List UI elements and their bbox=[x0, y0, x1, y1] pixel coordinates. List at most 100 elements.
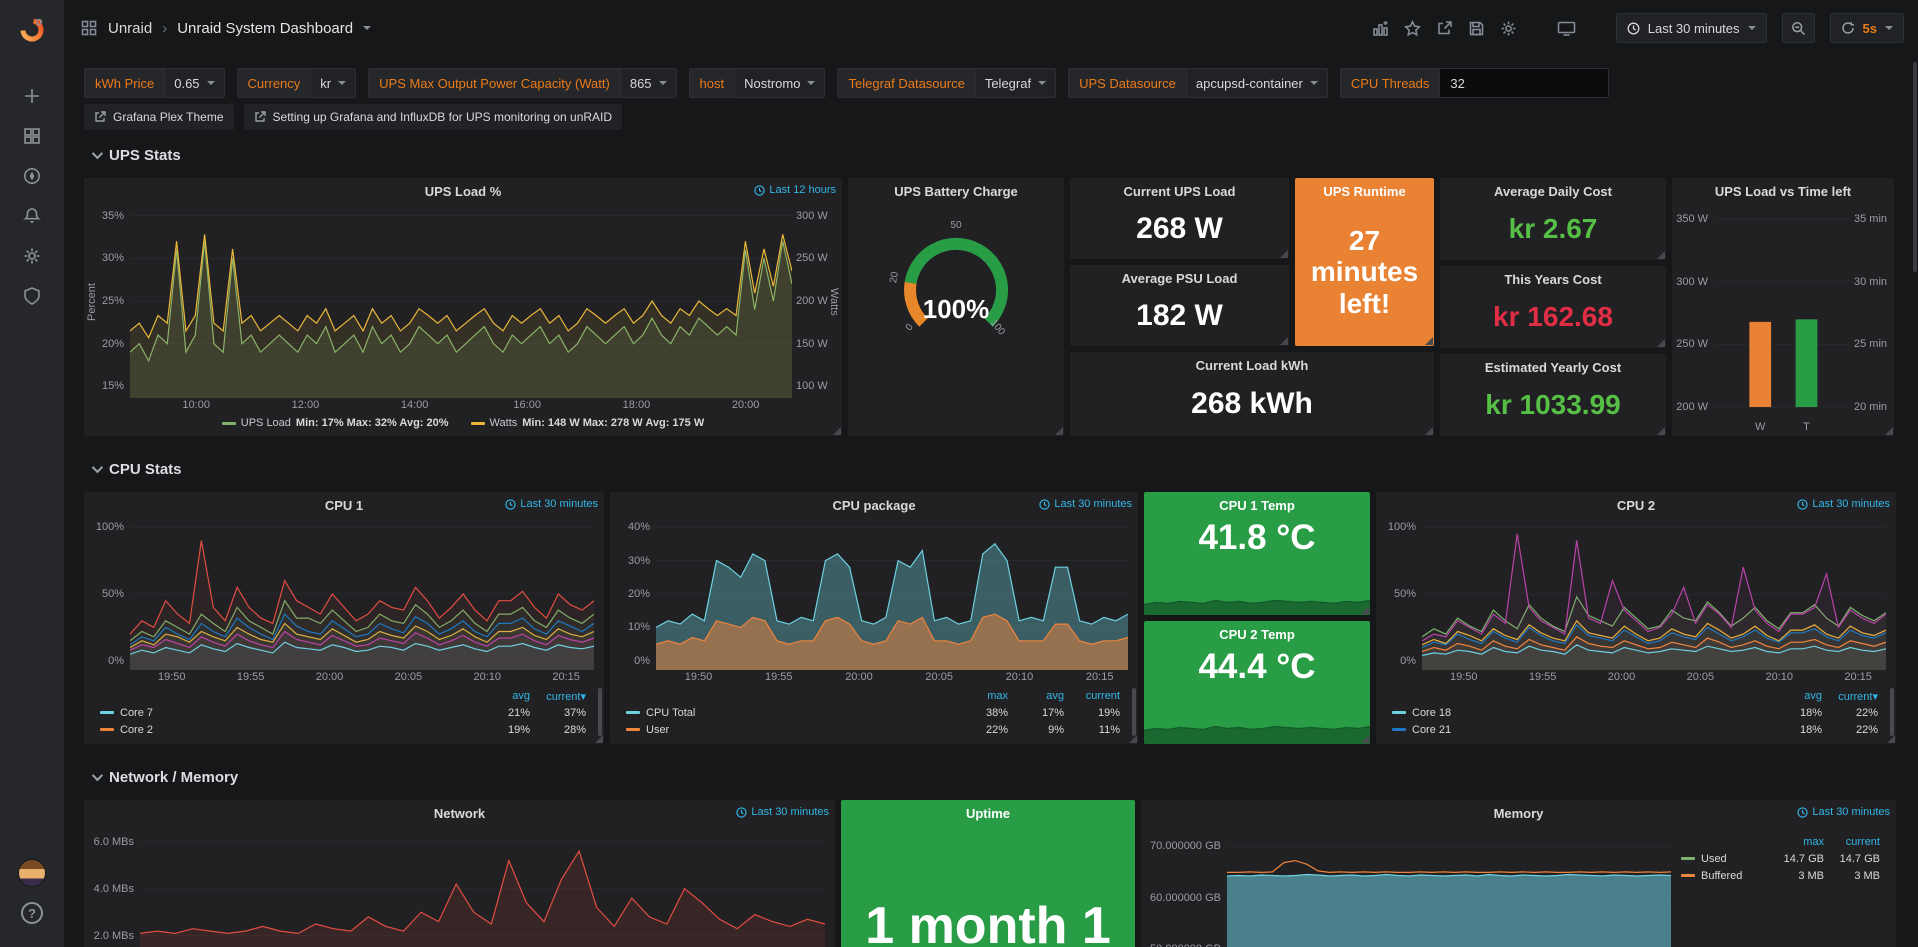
explore-compass-icon[interactable] bbox=[0, 156, 64, 196]
legend-column-header[interactable]: current▾ bbox=[530, 690, 586, 703]
legend-series-name[interactable]: Watts bbox=[490, 417, 518, 429]
panel-title[interactable]: Estimated Yearly Cost bbox=[1485, 360, 1621, 375]
star-icon[interactable] bbox=[1404, 20, 1421, 37]
panel-title[interactable]: Current Load kWh bbox=[1196, 358, 1309, 373]
variable-value-dropdown[interactable]: 865 bbox=[620, 68, 677, 98]
cpu-threads-input[interactable] bbox=[1439, 68, 1609, 98]
legend-series-name[interactable]: Buffered bbox=[1681, 870, 1768, 882]
link-ups-monitoring-guide[interactable]: Setting up Grafana and InfluxDB for UPS … bbox=[244, 104, 623, 130]
legend-series-name[interactable]: Core 18 bbox=[1392, 707, 1766, 719]
cost-stat-column: Average Daily Cost kr 2.67 This Years Co… bbox=[1440, 178, 1666, 436]
save-icon[interactable] bbox=[1468, 20, 1485, 37]
legend-column-header[interactable]: current▾ bbox=[1822, 690, 1878, 703]
panel-time-range[interactable]: Last 30 minutes bbox=[1797, 806, 1890, 818]
legend-column-header[interactable]: current bbox=[1064, 690, 1120, 702]
create-plus-icon[interactable] bbox=[0, 76, 64, 116]
network-chart[interactable] bbox=[140, 826, 825, 947]
dashboard-title[interactable]: Unraid System Dashboard bbox=[177, 20, 353, 37]
legend: maxcurrent Used14.7 GB14.7 GB Buffered3 … bbox=[1681, 826, 1896, 947]
legend-series-name[interactable]: CPU Total bbox=[626, 707, 952, 719]
panel-title[interactable]: Average PSU Load bbox=[1122, 271, 1238, 286]
legend-value: 37% bbox=[530, 707, 586, 719]
legend-series-name[interactable]: User bbox=[626, 724, 952, 736]
variable-value-dropdown[interactable]: 0.65 bbox=[164, 68, 224, 98]
panel-time-range[interactable]: Last 30 minutes bbox=[1039, 498, 1132, 510]
variable-value-dropdown[interactable]: Telegraf bbox=[975, 68, 1056, 98]
panel-title[interactable]: UPS Runtime bbox=[1323, 184, 1405, 199]
cpu1-chart[interactable] bbox=[130, 518, 594, 670]
dashboard-settings-gear-icon[interactable] bbox=[1500, 20, 1517, 37]
legend-scrollbar[interactable] bbox=[1132, 688, 1136, 736]
legend-column-header[interactable]: max bbox=[1768, 836, 1824, 848]
legend-scrollbar[interactable] bbox=[598, 688, 602, 736]
section-ups-stats[interactable]: UPS Stats bbox=[84, 132, 1904, 178]
panel-title[interactable]: Uptime bbox=[966, 806, 1010, 821]
legend-column-header[interactable]: avg bbox=[1766, 690, 1822, 702]
legend-series-name[interactable]: Core 21 bbox=[1392, 724, 1766, 736]
panel-title[interactable]: This Years Cost bbox=[1504, 272, 1601, 287]
memory-chart[interactable] bbox=[1227, 826, 1671, 947]
cycle-view-monitor-icon[interactable] bbox=[1557, 20, 1576, 37]
panel-title[interactable]: Average Daily Cost bbox=[1494, 184, 1612, 199]
panel-title[interactable]: UPS Load vs Time left bbox=[1715, 184, 1851, 199]
panel-time-range[interactable]: Last 30 minutes bbox=[736, 806, 829, 818]
legend-scrollbar[interactable] bbox=[1890, 688, 1894, 736]
section-network-memory[interactable]: Network / Memory bbox=[84, 754, 1904, 800]
breadcrumb-app[interactable]: Unraid bbox=[108, 20, 152, 37]
legend-column-header[interactable]: current bbox=[1824, 836, 1880, 848]
apps-grid-icon[interactable] bbox=[80, 19, 98, 37]
legend-series-name[interactable]: Used bbox=[1681, 853, 1768, 865]
link-grafana-plex-theme[interactable]: Grafana Plex Theme bbox=[84, 104, 234, 130]
panel-title[interactable]: CPU 2 bbox=[1617, 498, 1655, 513]
panel-time-range[interactable]: Last 30 minutes bbox=[505, 498, 598, 510]
legend-series-name[interactable]: Core 2 bbox=[100, 724, 474, 736]
panel-title[interactable]: CPU 1 Temp bbox=[1219, 498, 1295, 513]
legend-series-name[interactable]: Core 7 bbox=[100, 707, 474, 719]
legend-column-header[interactable]: avg bbox=[1008, 690, 1064, 702]
series-color-dash bbox=[1392, 728, 1406, 731]
user-avatar[interactable] bbox=[0, 853, 64, 893]
panel-title[interactable]: CPU package bbox=[832, 498, 915, 513]
cpu2-chart[interactable] bbox=[1422, 518, 1886, 670]
load-vs-time-chart[interactable] bbox=[1714, 204, 1850, 420]
add-panel-icon[interactable] bbox=[1372, 20, 1389, 37]
dashboards-icon[interactable] bbox=[0, 116, 64, 156]
ups-load-chart[interactable] bbox=[130, 204, 792, 398]
variable-value-dropdown[interactable]: Nostromo bbox=[734, 68, 825, 98]
dashboard-picker-caret-icon[interactable] bbox=[363, 26, 371, 30]
legend-column-header[interactable]: avg bbox=[474, 690, 530, 702]
cpu-package-chart[interactable] bbox=[656, 518, 1128, 670]
panel-time-range[interactable]: Last 12 hours bbox=[754, 184, 836, 196]
panel-title[interactable]: UPS Load % bbox=[425, 184, 502, 199]
panel-time-range[interactable]: Last 30 minutes bbox=[1797, 498, 1890, 510]
legend-value: 18% bbox=[1766, 724, 1822, 736]
panel-cpu2-temp: CPU 2 Temp 44.4 °C bbox=[1144, 621, 1370, 744]
clock-icon bbox=[1797, 499, 1808, 510]
grafana-logo-icon[interactable] bbox=[0, 10, 64, 50]
server-admin-shield-icon[interactable] bbox=[0, 276, 64, 316]
refresh-picker[interactable]: 5s bbox=[1830, 13, 1904, 43]
chart-canvas bbox=[140, 826, 825, 947]
share-icon[interactable] bbox=[1436, 20, 1453, 37]
panel-title[interactable]: UPS Battery Charge bbox=[894, 184, 1018, 199]
legend-value: 3 MB bbox=[1824, 870, 1880, 882]
variable-value-dropdown[interactable]: apcupsd-container bbox=[1186, 68, 1328, 98]
section-cpu-stats[interactable]: CPU Stats bbox=[84, 446, 1904, 492]
panel-title[interactable]: CPU 1 bbox=[325, 498, 363, 513]
panel-title[interactable]: Current UPS Load bbox=[1124, 184, 1236, 199]
legend-value: 17% bbox=[1008, 707, 1064, 719]
variable-label: kWh Price bbox=[84, 68, 164, 98]
zoom-out-button[interactable] bbox=[1782, 13, 1815, 43]
alerting-bell-icon[interactable] bbox=[0, 196, 64, 236]
variable-value-dropdown[interactable]: kr bbox=[310, 68, 356, 98]
help-icon[interactable]: ? bbox=[0, 893, 64, 933]
legend-value: 3 MB bbox=[1768, 870, 1824, 882]
legend-column-header[interactable]: max bbox=[952, 690, 1008, 702]
panel-title[interactable]: Memory bbox=[1494, 806, 1544, 821]
panel-title[interactable]: Network bbox=[434, 806, 485, 821]
axis-tick-label: 15% bbox=[102, 380, 124, 392]
panel-title[interactable]: CPU 2 Temp bbox=[1219, 627, 1295, 642]
configuration-gear-icon[interactable] bbox=[0, 236, 64, 276]
legend-series-name[interactable]: UPS Load bbox=[241, 417, 291, 429]
time-range-picker[interactable]: Last 30 minutes bbox=[1616, 13, 1767, 43]
